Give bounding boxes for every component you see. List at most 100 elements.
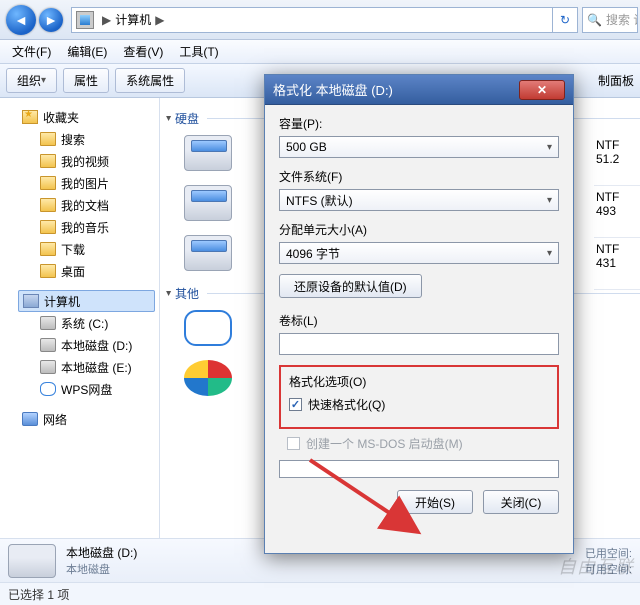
quick-format-label: 快速格式化(Q) <box>308 396 385 413</box>
filesystem-combo[interactable]: NTFS (默认) <box>279 189 559 211</box>
tree-label: 我的文档 <box>61 197 109 214</box>
folder-icon <box>40 176 56 190</box>
dialog-titlebar[interactable]: 格式化 本地磁盘 (D:) ✕ <box>265 75 573 105</box>
tree-label: 桌面 <box>61 263 85 280</box>
free-space-label: 可用空间: <box>585 561 632 577</box>
close-button[interactable]: 关闭(C) <box>483 490 559 514</box>
tree-item[interactable]: 我的音乐 <box>0 216 159 238</box>
tree-label: 系统 (C:) <box>61 315 108 332</box>
capacity-value: 500 GB <box>286 140 327 154</box>
breadcrumb[interactable]: ▶ 计算机 ▶ <box>71 7 553 33</box>
search-placeholder: 搜索 计算 <box>606 11 638 28</box>
chevron-right-icon: ▶ <box>98 13 115 27</box>
computer-icon <box>23 294 39 308</box>
capacity-combo[interactable]: 500 GB <box>279 136 559 158</box>
system-properties-button[interactable]: 系统属性 <box>115 68 185 93</box>
details-cell: NTF 51.2 <box>594 134 640 186</box>
drive-icon <box>184 135 232 171</box>
alloc-value: 4096 字节 <box>286 245 340 262</box>
filesystem-value: NTFS (默认) <box>286 192 353 209</box>
capacity-label: 容量(P): <box>279 115 559 132</box>
nav-back-button[interactable]: ◄ <box>6 5 36 35</box>
tree-label: 搜索 <box>61 131 85 148</box>
size-label: 51.2 <box>596 152 640 166</box>
filesystem-label: 文件系统(F) <box>279 168 559 185</box>
tree-item-drive[interactable]: 本地磁盘 (E:) <box>0 356 159 378</box>
tree-label: 本地磁盘 (E:) <box>61 359 132 376</box>
tree-item[interactable]: 桌面 <box>0 260 159 282</box>
details-cell: NTF 431 <box>594 238 640 290</box>
menu-edit[interactable]: 编辑(E) <box>59 40 115 63</box>
tree-label: 我的图片 <box>61 175 109 192</box>
details-column: NTF 51.2 NTF 493 NTF 431 <box>594 134 640 290</box>
drive-icon <box>184 235 232 271</box>
menu-bar: 文件(F) 编辑(E) 查看(V) 工具(T) <box>0 40 640 64</box>
menu-view[interactable]: 查看(V) <box>115 40 171 63</box>
dialog-title: 格式化 本地磁盘 (D:) <box>273 80 393 99</box>
msdos-checkbox: 创建一个 MS-DOS 启动盘(M) <box>287 435 559 452</box>
menu-file[interactable]: 文件(F) <box>4 40 59 63</box>
drive-icon <box>40 338 56 352</box>
search-input[interactable]: 🔍 搜索 计算 <box>582 7 638 33</box>
tree-item-network[interactable]: 网络 <box>0 408 159 430</box>
folder-icon <box>40 132 56 146</box>
tree-item-drive[interactable]: 系统 (C:) <box>0 312 159 334</box>
folder-icon <box>40 220 56 234</box>
organize-button[interactable]: 组织 <box>6 68 57 93</box>
folder-icon <box>22 110 38 124</box>
tree-item[interactable]: 收藏夹 <box>0 106 159 128</box>
checkbox-icon: ✓ <box>289 398 302 411</box>
tree-label: 收藏夹 <box>43 109 79 126</box>
alloc-label: 分配单元大小(A) <box>279 221 559 238</box>
size-label: 431 <box>596 256 640 270</box>
details-cell: NTF 493 <box>594 186 640 238</box>
cloud-drive-icon <box>184 310 232 346</box>
app-icon <box>184 360 232 396</box>
fs-label: NTF <box>596 190 640 204</box>
tree-item-drive[interactable]: 本地磁盘 (D:) <box>0 334 159 356</box>
msdos-label: 创建一个 MS-DOS 启动盘(M) <box>306 435 463 452</box>
alloc-combo[interactable]: 4096 字节 <box>279 242 559 264</box>
used-space-label: 已用空间: <box>585 545 632 561</box>
tree-item[interactable]: 我的视频 <box>0 150 159 172</box>
tree-item[interactable]: 我的图片 <box>0 172 159 194</box>
folder-icon <box>40 264 56 278</box>
volume-input[interactable] <box>279 333 559 355</box>
folder-icon <box>40 242 56 256</box>
refresh-button[interactable]: ↻ <box>552 7 578 33</box>
tree-label: 本地磁盘 (D:) <box>61 337 132 354</box>
tree-label: 计算机 <box>44 293 80 310</box>
tree-item[interactable]: 搜索 <box>0 128 159 150</box>
status-text: 已选择 1 项 <box>8 586 69 603</box>
nav-forward-button[interactable]: ► <box>39 8 63 32</box>
tree-label: 网络 <box>43 411 67 428</box>
start-button[interactable]: 开始(S) <box>397 490 473 514</box>
tree-label: 下载 <box>61 241 85 258</box>
navigation-tree: 收藏夹搜索我的视频我的图片我的文档我的音乐下载桌面 计算机 系统 (C:) 本地磁… <box>0 98 160 538</box>
details-type: 本地磁盘 <box>66 561 137 577</box>
tree-label: WPS网盘 <box>61 381 112 398</box>
status-bar: 已选择 1 项 <box>0 582 640 605</box>
format-dialog: 格式化 本地磁盘 (D:) ✕ 容量(P): 500 GB 文件系统(F) NT… <box>264 74 574 554</box>
tree-item-computer[interactable]: 计算机 <box>18 290 155 312</box>
quick-format-checkbox[interactable]: ✓ 快速格式化(Q) <box>289 396 549 413</box>
drive-icon <box>40 360 56 374</box>
properties-button[interactable]: 属性 <box>63 68 109 93</box>
drive-icon <box>184 185 232 221</box>
menu-tools[interactable]: 工具(T) <box>171 40 226 63</box>
volume-label: 卷标(L) <box>279 312 559 329</box>
breadcrumb-location[interactable]: 计算机 <box>115 11 151 28</box>
tree-item[interactable]: 我的文档 <box>0 194 159 216</box>
size-label: 493 <box>596 204 640 218</box>
group-label: 其他 <box>175 285 199 302</box>
checkbox-icon <box>287 437 300 450</box>
format-options-label: 格式化选项(O) <box>289 373 549 390</box>
tree-item[interactable]: 下载 <box>0 238 159 260</box>
drive-icon <box>40 382 56 396</box>
toolbar-overflow-text: 制面板 <box>598 72 634 89</box>
chevron-right-icon: ▶ <box>151 13 168 27</box>
restore-defaults-button[interactable]: 还原设备的默认值(D) <box>279 274 422 298</box>
close-icon[interactable]: ✕ <box>519 80 565 100</box>
tree-item-drive[interactable]: WPS网盘 <box>0 378 159 400</box>
address-bar: ◄ ► ▶ 计算机 ▶ ↻ 🔍 搜索 计算 <box>0 0 640 40</box>
